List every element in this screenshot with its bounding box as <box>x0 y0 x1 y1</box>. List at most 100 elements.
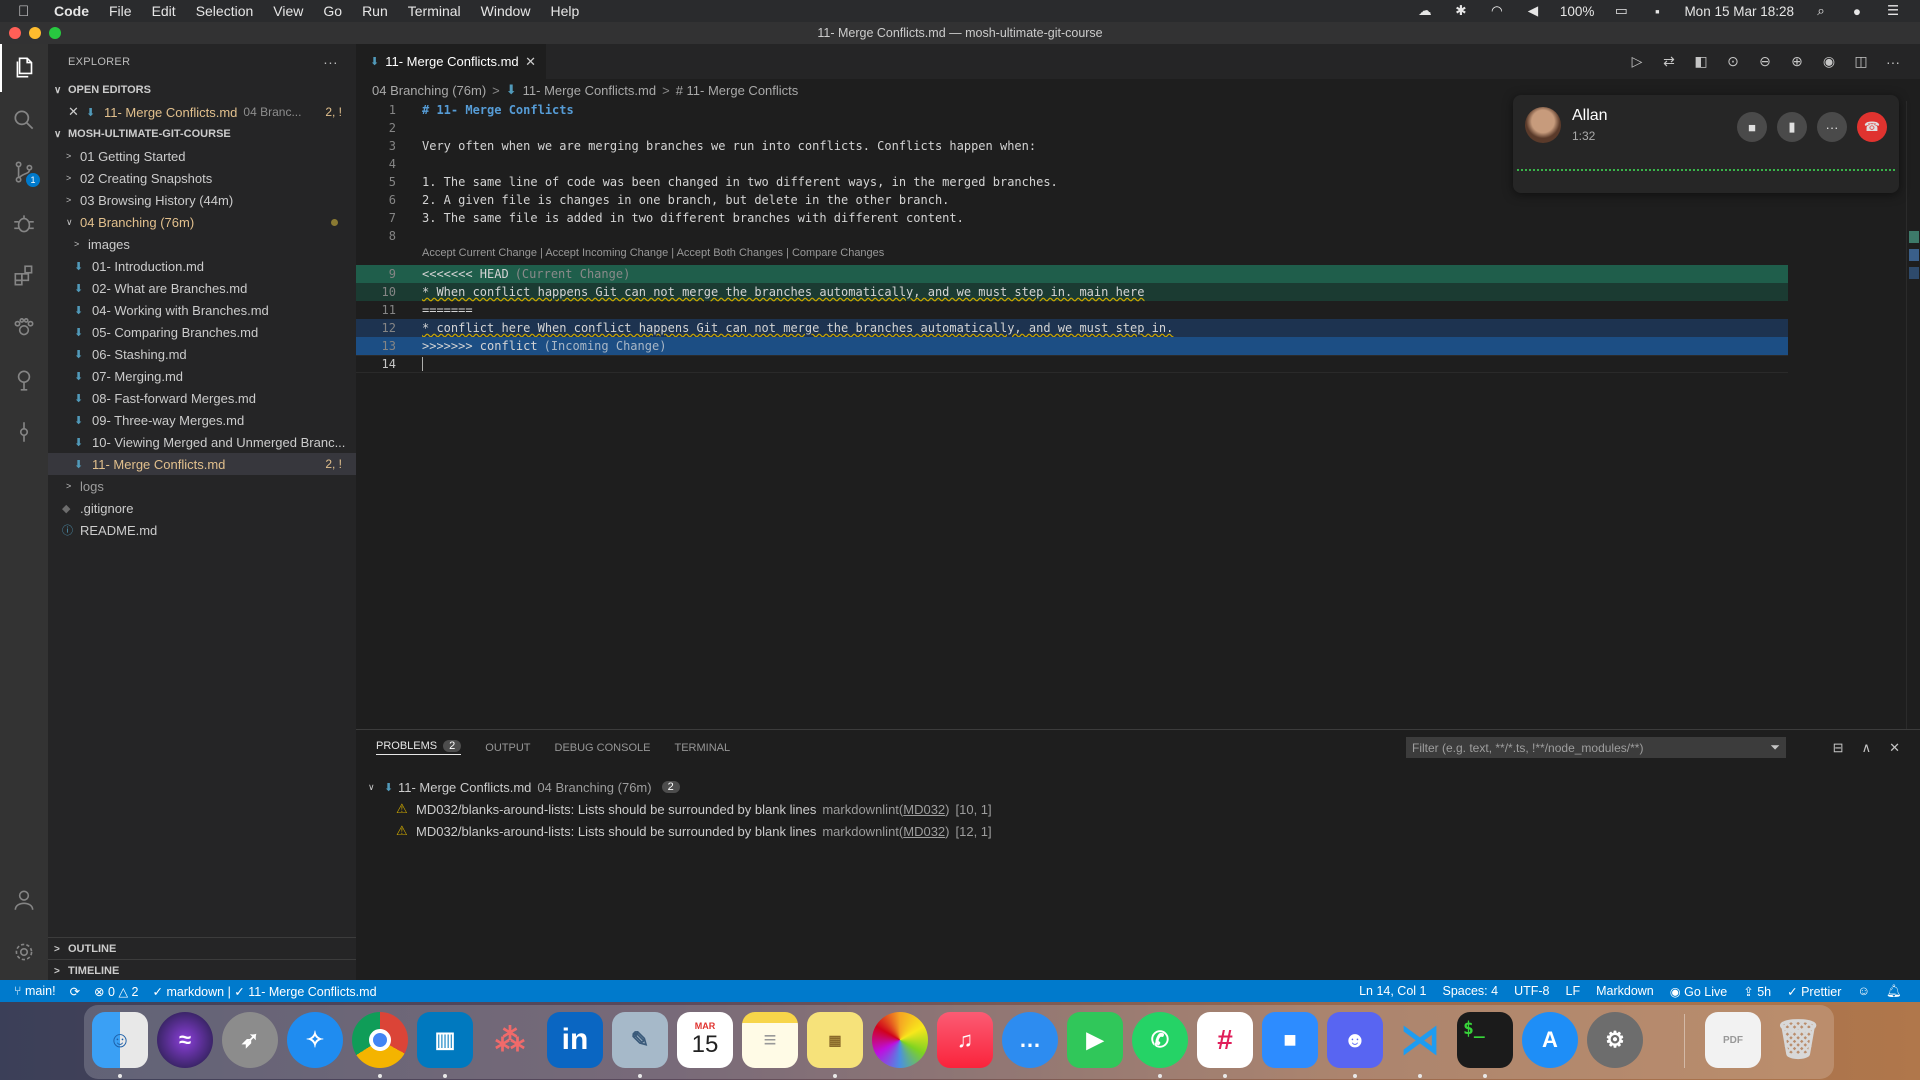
notes-icon[interactable]: ≡ <box>742 1012 798 1068</box>
compare-icon[interactable]: ⇄ <box>1660 53 1678 70</box>
prettier-status[interactable]: ✓ Prettier <box>1787 984 1841 999</box>
time-tracker[interactable]: ⇪ 5h <box>1743 984 1771 999</box>
file-item[interactable]: ⬇ 06- Stashing.md <box>48 343 356 365</box>
file-item[interactable]: ◆ .gitignore <box>48 497 356 519</box>
tab-debug-console[interactable]: DEBUG CONSOLE <box>555 742 651 754</box>
slack-icon[interactable]: # <box>1197 1012 1253 1068</box>
battery-percent[interactable]: 100% <box>1560 4 1595 19</box>
file-item[interactable]: ⬇ 04- Working with Branches.md <box>48 299 356 321</box>
previous-change-icon[interactable]: ⊖ <box>1756 53 1774 70</box>
tab-terminal[interactable]: TERMINAL <box>674 742 730 754</box>
file-item[interactable]: ⓘ README.md <box>48 519 356 541</box>
siri-menu-icon[interactable]: ● <box>1848 4 1866 19</box>
project-section[interactable]: ∨ MOSH-ULTIMATE-GIT-COURSE <box>48 123 356 145</box>
facetime-icon[interactable]: ▶ <box>1067 1012 1123 1068</box>
lint-status[interactable]: ✓ markdown | ✓ 11- Merge Conflicts.md <box>152 984 376 999</box>
notifications-bell-icon[interactable]: 🔔︎ <box>1886 984 1902 999</box>
breadcrumb-folder[interactable]: 04 Branching (76m) <box>372 83 486 98</box>
folder-item[interactable]: > logs <box>48 475 356 497</box>
problem-item[interactable]: ⚠ MD032/blanks-around-lists: Lists shoul… <box>396 798 992 820</box>
accounts-icon[interactable] <box>0 876 48 924</box>
merge-conflict-codelens[interactable]: Accept Current Change | Accept Incoming … <box>422 247 884 259</box>
problems-filter-input[interactable]: Filter (e.g. text, **/*.ts, !**/node_mod… <box>1406 737 1786 758</box>
file-item[interactable]: ⬇ 02- What are Branches.md <box>48 277 356 299</box>
editor-scrollbar[interactable] <box>1906 101 1920 729</box>
next-change-icon[interactable]: ⊕ <box>1788 53 1806 70</box>
safari-icon[interactable]: ✧ <box>287 1012 343 1068</box>
feedback-icon[interactable]: ☺ <box>1857 984 1870 998</box>
terminal-icon[interactable]: $_ <box>1457 1012 1513 1068</box>
siri-icon[interactable]: ≈ <box>157 1012 213 1068</box>
minimize-window-button[interactable] <box>29 27 41 39</box>
messages-icon[interactable]: … <box>1002 1012 1058 1068</box>
more-options-icon[interactable]: ··· <box>1817 112 1847 142</box>
sync-icon[interactable]: ⟳ <box>70 984 80 999</box>
menubar-clock[interactable]: Mon 15 Mar 18:28 <box>1684 4 1794 19</box>
file-item[interactable]: ⬇ 07- Merging.md <box>48 365 356 387</box>
indentation[interactable]: Spaces: 4 <box>1442 984 1498 998</box>
battery-icon[interactable]: ▭ <box>1612 3 1630 19</box>
close-panel-icon[interactable]: ✕ <box>1889 740 1900 756</box>
end-call-icon[interactable]: ☎ <box>1857 112 1887 142</box>
file-item[interactable]: ⬇ 10- Viewing Merged and Unmerged Branc..… <box>48 431 356 453</box>
more-actions-icon[interactable]: ··· <box>323 54 338 70</box>
flag-icon[interactable]: ▪ <box>1648 4 1666 19</box>
menu-go[interactable]: Go <box>323 3 342 19</box>
control-center-icon[interactable]: ☰ <box>1884 3 1902 19</box>
source-control-icon[interactable]: 1 <box>0 148 48 196</box>
chrome-icon[interactable] <box>352 1012 408 1068</box>
tab-problems[interactable]: PROBLEMS 2 <box>376 740 462 755</box>
menu-help[interactable]: Help <box>550 3 579 19</box>
video-camera-icon[interactable]: ■ <box>1737 112 1767 142</box>
zoom-window-button[interactable] <box>49 27 61 39</box>
calendar-icon[interactable]: MAR 15 <box>677 1012 733 1068</box>
git-graph-icon[interactable] <box>0 356 48 404</box>
go-live-button[interactable]: ◉ Go Live <box>1670 984 1727 999</box>
close-tab-icon[interactable]: ✕ <box>525 54 536 70</box>
search-icon[interactable] <box>0 96 48 144</box>
open-editor-item[interactable]: ✕ ⬇ 11- Merge Conflicts.md 04 Branc... 2… <box>48 101 356 123</box>
extensions-icon[interactable] <box>0 252 48 300</box>
git-commit-icon[interactable] <box>0 408 48 456</box>
timeline-section[interactable]: > TIMELINE <box>48 959 356 982</box>
apple-icon[interactable]:  <box>18 3 38 20</box>
branch-status[interactable]: ⑂ main! <box>14 984 56 998</box>
stickies-icon[interactable]: ▦ <box>807 1012 863 1068</box>
finder-icon[interactable]: ☺ <box>92 1012 148 1068</box>
file-item[interactable]: ⬇ 09- Three-way Merges.md <box>48 409 356 431</box>
vscode-icon[interactable]: ⋊ <box>1392 1012 1448 1068</box>
music-icon[interactable]: ♫ <box>937 1012 993 1068</box>
collapse-all-icon[interactable]: ⊟ <box>1833 740 1844 756</box>
appstore-icon[interactable]: A <box>1522 1012 1578 1068</box>
discord-icon[interactable]: ☻ <box>1327 1012 1383 1068</box>
problem-item[interactable]: ⚠ MD032/blanks-around-lists: Lists shoul… <box>396 820 992 842</box>
preview-icon[interactable]: ✎ <box>612 1012 668 1068</box>
maximize-panel-icon[interactable]: ∧ <box>1862 740 1872 756</box>
run-icon[interactable]: ▷ <box>1628 53 1646 70</box>
settings-gear-icon[interactable] <box>0 928 48 976</box>
breadcrumb-file[interactable]: 11- Merge Conflicts.md <box>523 83 656 98</box>
menu-window[interactable]: Window <box>481 3 531 19</box>
run-debug-icon[interactable] <box>0 200 48 248</box>
folder-item[interactable]: > images <box>48 233 356 255</box>
folder-item[interactable]: > 03 Browsing History (44m) <box>48 189 356 211</box>
menu-view[interactable]: View <box>273 3 303 19</box>
menu-run[interactable]: Run <box>362 3 388 19</box>
tab-output[interactable]: OUTPUT <box>485 742 530 754</box>
folder-item[interactable]: > 01 Getting Started <box>48 145 356 167</box>
file-item-active[interactable]: ⬇ 11- Merge Conflicts.md 2, ! <box>48 453 356 475</box>
photos-icon[interactable] <box>872 1012 928 1068</box>
microphone-icon[interactable]: ▮ <box>1777 112 1807 142</box>
menu-app-name[interactable]: Code <box>54 3 89 19</box>
cloud-icon[interactable]: ☁ <box>1416 3 1434 19</box>
close-window-button[interactable] <box>9 27 21 39</box>
file-item[interactable]: ⬇ 01- Introduction.md <box>48 255 356 277</box>
git-lens-icon[interactable]: ◉ <box>1820 53 1838 70</box>
folder-item[interactable]: > 02 Creating Snapshots <box>48 167 356 189</box>
linkedin-icon[interactable]: in <box>547 1012 603 1068</box>
bluetooth-icon[interactable]: ✱ <box>1452 3 1470 19</box>
git-timeline-icon[interactable]: ⊙ <box>1724 53 1742 70</box>
menu-terminal[interactable]: Terminal <box>408 3 461 19</box>
menu-edit[interactable]: Edit <box>152 3 176 19</box>
code-editor[interactable]: 1 # 11- Merge Conflicts 2 3 Very often whe… <box>356 101 1906 729</box>
